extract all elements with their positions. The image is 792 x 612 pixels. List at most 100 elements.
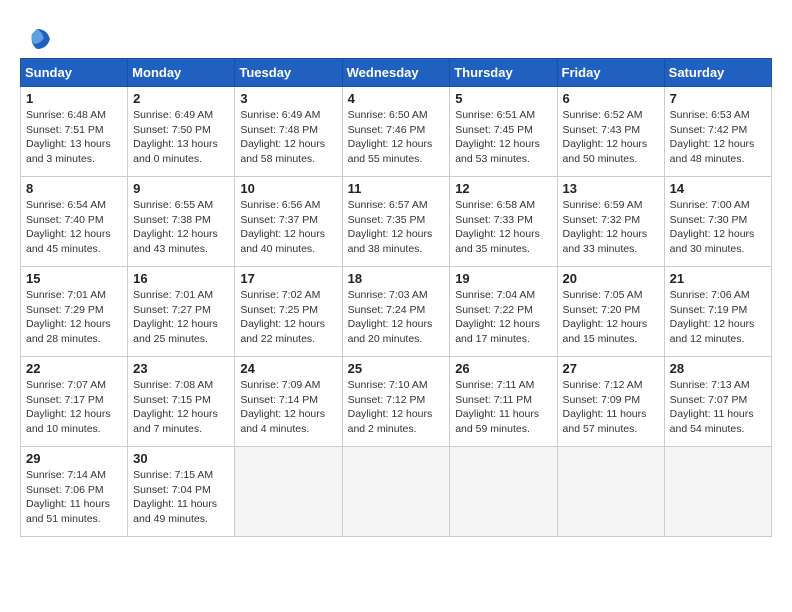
day-number: 7 <box>670 91 766 106</box>
day-detail: Sunrise: 7:06 AMSunset: 7:19 PMDaylight:… <box>670 288 766 347</box>
day-number: 18 <box>348 271 445 286</box>
calendar-cell <box>342 447 450 537</box>
day-number: 6 <box>563 91 659 106</box>
day-number: 15 <box>26 271 122 286</box>
calendar-cell: 30 Sunrise: 7:15 AMSunset: 7:04 PMDaylig… <box>128 447 235 537</box>
day-number: 14 <box>670 181 766 196</box>
day-number: 10 <box>240 181 336 196</box>
calendar-cell: 8 Sunrise: 6:54 AMSunset: 7:40 PMDayligh… <box>21 177 128 267</box>
calendar-cell: 24 Sunrise: 7:09 AMSunset: 7:14 PMDaylig… <box>235 357 342 447</box>
day-number: 19 <box>455 271 551 286</box>
calendar-cell: 11 Sunrise: 6:57 AMSunset: 7:35 PMDaylig… <box>342 177 450 267</box>
calendar-cell: 10 Sunrise: 6:56 AMSunset: 7:37 PMDaylig… <box>235 177 342 267</box>
day-detail: Sunrise: 7:12 AMSunset: 7:09 PMDaylight:… <box>563 378 659 437</box>
calendar-cell <box>235 447 342 537</box>
header-saturday: Saturday <box>664 59 771 87</box>
day-number: 8 <box>26 181 122 196</box>
calendar-week-row: 8 Sunrise: 6:54 AMSunset: 7:40 PMDayligh… <box>21 177 772 267</box>
calendar-week-row: 15 Sunrise: 7:01 AMSunset: 7:29 PMDaylig… <box>21 267 772 357</box>
header-wednesday: Wednesday <box>342 59 450 87</box>
day-detail: Sunrise: 6:52 AMSunset: 7:43 PMDaylight:… <box>563 108 659 167</box>
day-number: 27 <box>563 361 659 376</box>
calendar-cell: 26 Sunrise: 7:11 AMSunset: 7:11 PMDaylig… <box>450 357 557 447</box>
day-number: 21 <box>670 271 766 286</box>
day-number: 30 <box>133 451 229 466</box>
day-detail: Sunrise: 6:49 AMSunset: 7:50 PMDaylight:… <box>133 108 229 167</box>
calendar-cell: 23 Sunrise: 7:08 AMSunset: 7:15 PMDaylig… <box>128 357 235 447</box>
day-detail: Sunrise: 7:02 AMSunset: 7:25 PMDaylight:… <box>240 288 336 347</box>
calendar-cell: 29 Sunrise: 7:14 AMSunset: 7:06 PMDaylig… <box>21 447 128 537</box>
calendar-cell: 2 Sunrise: 6:49 AMSunset: 7:50 PMDayligh… <box>128 87 235 177</box>
calendar-table: SundayMondayTuesdayWednesdayThursdayFrid… <box>20 58 772 537</box>
day-detail: Sunrise: 7:01 AMSunset: 7:27 PMDaylight:… <box>133 288 229 347</box>
day-detail: Sunrise: 7:07 AMSunset: 7:17 PMDaylight:… <box>26 378 122 437</box>
day-detail: Sunrise: 7:10 AMSunset: 7:12 PMDaylight:… <box>348 378 445 437</box>
day-detail: Sunrise: 6:58 AMSunset: 7:33 PMDaylight:… <box>455 198 551 257</box>
calendar-week-row: 22 Sunrise: 7:07 AMSunset: 7:17 PMDaylig… <box>21 357 772 447</box>
calendar-cell <box>557 447 664 537</box>
calendar-week-row: 29 Sunrise: 7:14 AMSunset: 7:06 PMDaylig… <box>21 447 772 537</box>
day-detail: Sunrise: 7:04 AMSunset: 7:22 PMDaylight:… <box>455 288 551 347</box>
calendar-cell: 22 Sunrise: 7:07 AMSunset: 7:17 PMDaylig… <box>21 357 128 447</box>
day-detail: Sunrise: 7:15 AMSunset: 7:04 PMDaylight:… <box>133 468 229 527</box>
calendar-cell: 27 Sunrise: 7:12 AMSunset: 7:09 PMDaylig… <box>557 357 664 447</box>
day-detail: Sunrise: 6:48 AMSunset: 7:51 PMDaylight:… <box>26 108 122 167</box>
day-detail: Sunrise: 6:57 AMSunset: 7:35 PMDaylight:… <box>348 198 445 257</box>
calendar-cell: 9 Sunrise: 6:55 AMSunset: 7:38 PMDayligh… <box>128 177 235 267</box>
calendar-cell: 5 Sunrise: 6:51 AMSunset: 7:45 PMDayligh… <box>450 87 557 177</box>
day-number: 1 <box>26 91 122 106</box>
day-detail: Sunrise: 6:59 AMSunset: 7:32 PMDaylight:… <box>563 198 659 257</box>
day-detail: Sunrise: 7:13 AMSunset: 7:07 PMDaylight:… <box>670 378 766 437</box>
calendar-cell: 28 Sunrise: 7:13 AMSunset: 7:07 PMDaylig… <box>664 357 771 447</box>
calendar-cell: 16 Sunrise: 7:01 AMSunset: 7:27 PMDaylig… <box>128 267 235 357</box>
day-detail: Sunrise: 7:08 AMSunset: 7:15 PMDaylight:… <box>133 378 229 437</box>
day-detail: Sunrise: 6:54 AMSunset: 7:40 PMDaylight:… <box>26 198 122 257</box>
day-detail: Sunrise: 7:05 AMSunset: 7:20 PMDaylight:… <box>563 288 659 347</box>
day-number: 17 <box>240 271 336 286</box>
day-number: 24 <box>240 361 336 376</box>
day-number: 22 <box>26 361 122 376</box>
day-number: 2 <box>133 91 229 106</box>
day-number: 13 <box>563 181 659 196</box>
calendar-cell: 20 Sunrise: 7:05 AMSunset: 7:20 PMDaylig… <box>557 267 664 357</box>
calendar-cell: 21 Sunrise: 7:06 AMSunset: 7:19 PMDaylig… <box>664 267 771 357</box>
calendar-cell <box>450 447 557 537</box>
day-number: 11 <box>348 181 445 196</box>
calendar-cell: 14 Sunrise: 7:00 AMSunset: 7:30 PMDaylig… <box>664 177 771 267</box>
calendar-cell: 12 Sunrise: 6:58 AMSunset: 7:33 PMDaylig… <box>450 177 557 267</box>
day-detail: Sunrise: 6:49 AMSunset: 7:48 PMDaylight:… <box>240 108 336 167</box>
header-tuesday: Tuesday <box>235 59 342 87</box>
day-detail: Sunrise: 6:56 AMSunset: 7:37 PMDaylight:… <box>240 198 336 257</box>
day-number: 9 <box>133 181 229 196</box>
day-number: 26 <box>455 361 551 376</box>
header-sunday: Sunday <box>21 59 128 87</box>
calendar-cell: 17 Sunrise: 7:02 AMSunset: 7:25 PMDaylig… <box>235 267 342 357</box>
calendar-cell: 6 Sunrise: 6:52 AMSunset: 7:43 PMDayligh… <box>557 87 664 177</box>
day-detail: Sunrise: 6:51 AMSunset: 7:45 PMDaylight:… <box>455 108 551 167</box>
day-detail: Sunrise: 7:09 AMSunset: 7:14 PMDaylight:… <box>240 378 336 437</box>
page-header <box>20 20 772 50</box>
header-friday: Friday <box>557 59 664 87</box>
calendar-cell: 3 Sunrise: 6:49 AMSunset: 7:48 PMDayligh… <box>235 87 342 177</box>
calendar-cell: 7 Sunrise: 6:53 AMSunset: 7:42 PMDayligh… <box>664 87 771 177</box>
calendar-week-row: 1 Sunrise: 6:48 AMSunset: 7:51 PMDayligh… <box>21 87 772 177</box>
day-number: 12 <box>455 181 551 196</box>
logo <box>20 24 52 50</box>
day-detail: Sunrise: 6:53 AMSunset: 7:42 PMDaylight:… <box>670 108 766 167</box>
day-number: 5 <box>455 91 551 106</box>
calendar-cell: 15 Sunrise: 7:01 AMSunset: 7:29 PMDaylig… <box>21 267 128 357</box>
day-number: 29 <box>26 451 122 466</box>
day-detail: Sunrise: 7:03 AMSunset: 7:24 PMDaylight:… <box>348 288 445 347</box>
calendar-cell: 18 Sunrise: 7:03 AMSunset: 7:24 PMDaylig… <box>342 267 450 357</box>
day-number: 16 <box>133 271 229 286</box>
calendar-cell: 4 Sunrise: 6:50 AMSunset: 7:46 PMDayligh… <box>342 87 450 177</box>
calendar-cell <box>664 447 771 537</box>
logo-icon <box>22 24 52 54</box>
day-detail: Sunrise: 7:11 AMSunset: 7:11 PMDaylight:… <box>455 378 551 437</box>
day-detail: Sunrise: 6:50 AMSunset: 7:46 PMDaylight:… <box>348 108 445 167</box>
day-number: 28 <box>670 361 766 376</box>
day-number: 25 <box>348 361 445 376</box>
day-detail: Sunrise: 7:01 AMSunset: 7:29 PMDaylight:… <box>26 288 122 347</box>
calendar-cell: 1 Sunrise: 6:48 AMSunset: 7:51 PMDayligh… <box>21 87 128 177</box>
header-monday: Monday <box>128 59 235 87</box>
